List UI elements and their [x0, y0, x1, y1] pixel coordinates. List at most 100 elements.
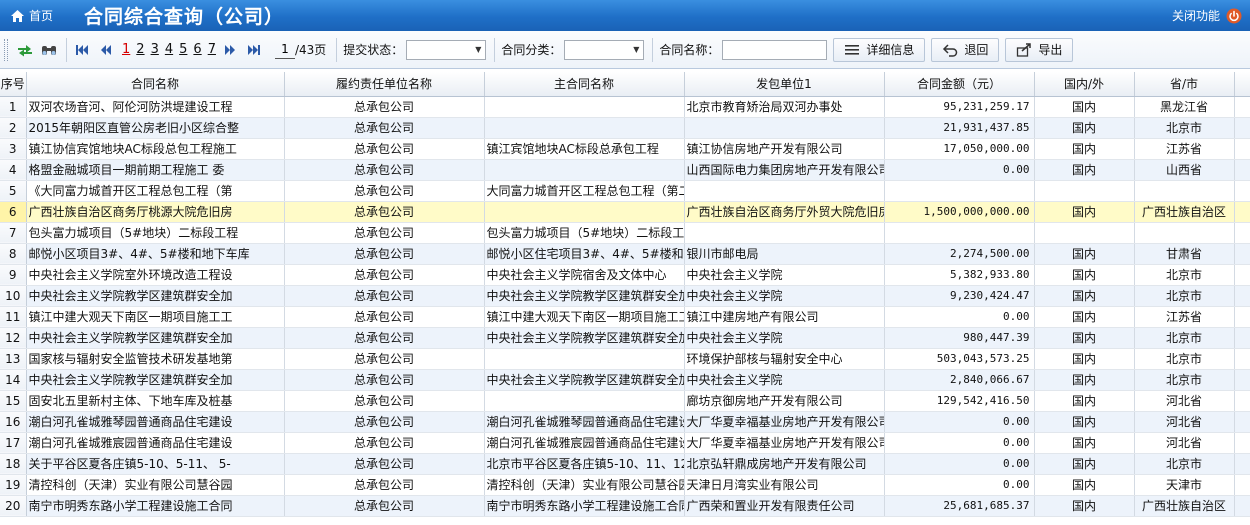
table-row[interactable]: 1 双河农场音河、阿伦河防洪堤建设工程 总承包公司 北京市教育矫治局双河办事处 95,2…	[0, 96, 1250, 118]
close-function-button[interactable]: 关闭功能	[1172, 7, 1242, 24]
cell-domestic: 国内	[1034, 495, 1135, 517]
table-row[interactable]: 7 包头富力城项目（5#地块）二标段工程 总承包公司 包头富力城项目（5#地块）二标段…	[0, 222, 1250, 244]
cell-contract-name: 中央社会主义学院教学区建筑群安全加	[26, 327, 285, 349]
table-row[interactable]: 12 中央社会主义学院教学区建筑群安全加 总承包公司 中央社会主义学院教学区建筑群安全…	[0, 327, 1250, 349]
submit-status-select[interactable]: ▼	[406, 39, 487, 60]
cell-client: 环境保护部核与辐射安全中心	[684, 348, 885, 370]
table-row[interactable]: 16 潮白河孔雀城雅琴园普通商品住宅建设 总承包公司 潮白河孔雀城雅琴园普通商品住宅建…	[0, 411, 1250, 433]
table-row[interactable]: 13 国家核与辐射安全监管技术研发基地第 总承包公司 环境保护部核与辐射安全中心 503…	[0, 348, 1250, 370]
toolbar-separator	[652, 37, 654, 62]
column-header-contract-name[interactable]: 合同名称	[26, 72, 285, 97]
cell-main-contract: 中央社会主义学院教学区建筑群安全加	[484, 285, 685, 307]
cell-amount: 2,840,066.67	[884, 369, 1035, 391]
cell-amount	[884, 222, 1035, 244]
last-page-icon[interactable]	[243, 39, 265, 61]
cell-index: 6	[0, 201, 27, 223]
table-row[interactable]: 18 关于平谷区夏各庄镇5-10、5-11、 5- 总承包公司 北京市平谷区夏各庄镇5…	[0, 453, 1250, 475]
table-row[interactable]: 14 中央社会主义学院教学区建筑群安全加 总承包公司 中央社会主义学院教学区建筑群安全…	[0, 369, 1250, 391]
cell-amount: 0.00	[884, 453, 1035, 475]
cell-index: 10	[0, 285, 27, 307]
detail-info-button[interactable]: 详细信息	[833, 37, 926, 62]
cell-index: 7	[0, 222, 27, 244]
page-link-5[interactable]: 5	[179, 42, 187, 57]
table-row[interactable]: 5 《大同富力城首开区工程总包工程（第 总承包公司 大同富力城首开区工程总包工程（第二	[0, 180, 1250, 202]
page-number-input[interactable]	[274, 40, 295, 59]
cell-contract-name: 镇江中建大观天下南区一期项目施工工	[26, 306, 285, 328]
column-header-main-contract[interactable]: 主合同名称	[484, 72, 685, 97]
cell-client: 中央社会主义学院	[684, 327, 885, 349]
first-page-icon[interactable]	[71, 39, 93, 61]
cell-index: 11	[0, 306, 27, 328]
cell-index: 5	[0, 180, 27, 202]
cell-domestic: 国内	[1034, 117, 1135, 139]
table-row[interactable]: 10 中央社会主义学院教学区建筑群安全加 总承包公司 中央社会主义学院教学区建筑群安全…	[0, 285, 1250, 307]
table-row[interactable]: 20 南宁市明秀东路小学工程建设施工合同 总承包公司 南宁市明秀东路小学工程建设施工合…	[0, 495, 1250, 517]
table-row[interactable]: 2 2015年朝阳区直管公房老旧小区综合整 总承包公司 21,931,437.85 国内…	[0, 117, 1250, 139]
table-row[interactable]: 17 潮白河孔雀城雅宸园普通商品住宅建设 总承包公司 潮白河孔雀城雅宸园普通商品住宅建…	[0, 432, 1250, 454]
cell-province: 黑龙江省	[1134, 96, 1235, 118]
cell-province: 北京市	[1134, 327, 1235, 349]
table-row[interactable]: 3 镇江协信宾馆地块AC标段总包工程施工 总承包公司 镇江宾馆地块AC标段总承包工程镇…	[0, 138, 1250, 160]
table-row[interactable]: 11 镇江中建大观天下南区一期项目施工工 总承包公司 镇江中建大观天下南区一期项目施工…	[0, 306, 1250, 328]
home-link[interactable]: 首页	[10, 7, 80, 24]
cell-extra	[1234, 453, 1250, 475]
column-header-index[interactable]: 序号	[0, 72, 27, 97]
cell-client: 银川市邮电局	[684, 243, 885, 265]
page-link-3[interactable]: 3	[151, 42, 159, 57]
column-header-province[interactable]: 省/市	[1134, 72, 1235, 97]
cell-main-contract: 包头富力城项目（5#地块）二标段工程	[484, 222, 685, 244]
export-icon	[1016, 42, 1032, 58]
submit-status-label: 提交状态：	[343, 43, 404, 57]
table-row[interactable]: 8 邮悦小区项目3#、4#、5#楼和地下车库 总承包公司 邮悦小区住宅项目3#、4#、…	[0, 243, 1250, 265]
cell-extra	[1234, 180, 1250, 202]
back-label: 退回	[964, 43, 989, 57]
cell-responsible-unit: 总承包公司	[284, 96, 485, 118]
cell-domestic: 国内	[1034, 306, 1135, 328]
column-header-extra	[1234, 72, 1250, 97]
table-row[interactable]: 15 固安北五里新村主体、下地车库及桩基 总承包公司 廊坊京御房地产开发有限公司 129…	[0, 390, 1250, 412]
cell-index: 12	[0, 327, 27, 349]
table-row[interactable]: 4 格盟金融城项目一期前期工程施工 委总承包公司 山西国际电力集团房地产开发有限公司…	[0, 159, 1250, 181]
table-body: 1 双河农场音河、阿伦河防洪堤建设工程 总承包公司 北京市教育矫治局双河办事处 95,2…	[0, 96, 1250, 517]
previous-page-icon[interactable]	[95, 39, 117, 61]
page-link-4[interactable]: 4	[165, 42, 173, 57]
table-row[interactable]: 6 广西壮族自治区商务厅桃源大院危旧房 总承包公司 广西壮族自治区商务厅外贸大院危旧房…	[0, 201, 1250, 223]
cell-main-contract	[484, 96, 685, 118]
cell-amount: 21,931,437.85	[884, 117, 1035, 139]
cell-responsible-unit: 总承包公司	[284, 369, 485, 391]
next-page-icon[interactable]	[219, 39, 241, 61]
contract-name-input[interactable]	[722, 39, 828, 60]
back-button[interactable]: 退回	[931, 37, 1000, 62]
cell-contract-name: 邮悦小区项目3#、4#、5#楼和地下车库	[26, 243, 285, 265]
page-link-6[interactable]: 6	[193, 42, 201, 57]
cell-client: 大厂华夏幸福基业房地产开发有限公司	[684, 432, 885, 454]
column-header-domestic[interactable]: 国内/外	[1034, 72, 1135, 97]
refresh-icon[interactable]	[14, 39, 36, 61]
contract-category-select[interactable]: ▼	[564, 39, 645, 60]
column-header-responsible-unit[interactable]: 履约责任单位名称	[284, 72, 485, 97]
page-title: 合同综合查询（公司）	[84, 6, 285, 28]
toolbar-separator	[66, 37, 67, 62]
cell-province: 江苏省	[1134, 306, 1235, 328]
cell-province: 广西壮族自治区	[1134, 495, 1235, 517]
export-button[interactable]: 导出	[1005, 37, 1074, 62]
page-link-2[interactable]: 2	[136, 42, 144, 57]
table-row[interactable]: 19 清控科创（天津）实业有限公司慧谷园 总承包公司 清控科创（天津）实业有限公司慧谷…	[0, 474, 1250, 496]
cell-extra	[1234, 159, 1250, 181]
cell-province: 天津市	[1134, 474, 1235, 496]
cell-amount: 0.00	[884, 159, 1035, 181]
cell-amount: 503,043,573.25	[884, 348, 1035, 370]
column-header-client[interactable]: 发包单位1	[684, 72, 885, 97]
cell-domestic: 国内	[1034, 138, 1135, 160]
page-link-7[interactable]: 7	[208, 42, 216, 57]
toolbar-grip	[4, 38, 8, 61]
search-binoculars-icon[interactable]	[38, 39, 60, 61]
cell-domestic: 国内	[1034, 453, 1135, 475]
page-link-1[interactable]: 1	[122, 42, 130, 57]
cell-extra	[1234, 264, 1250, 286]
column-header-amount[interactable]: 合同金额（元）	[884, 72, 1035, 97]
cell-contract-name: 广西壮族自治区商务厅桃源大院危旧房	[26, 201, 285, 223]
cell-responsible-unit: 总承包公司	[284, 264, 485, 286]
table-row[interactable]: 9 中央社会主义学院室外环境改造工程设 总承包公司 中央社会主义学院宿舍及文体中心 中央…	[0, 264, 1250, 286]
page-total-label: /43页	[294, 43, 327, 57]
